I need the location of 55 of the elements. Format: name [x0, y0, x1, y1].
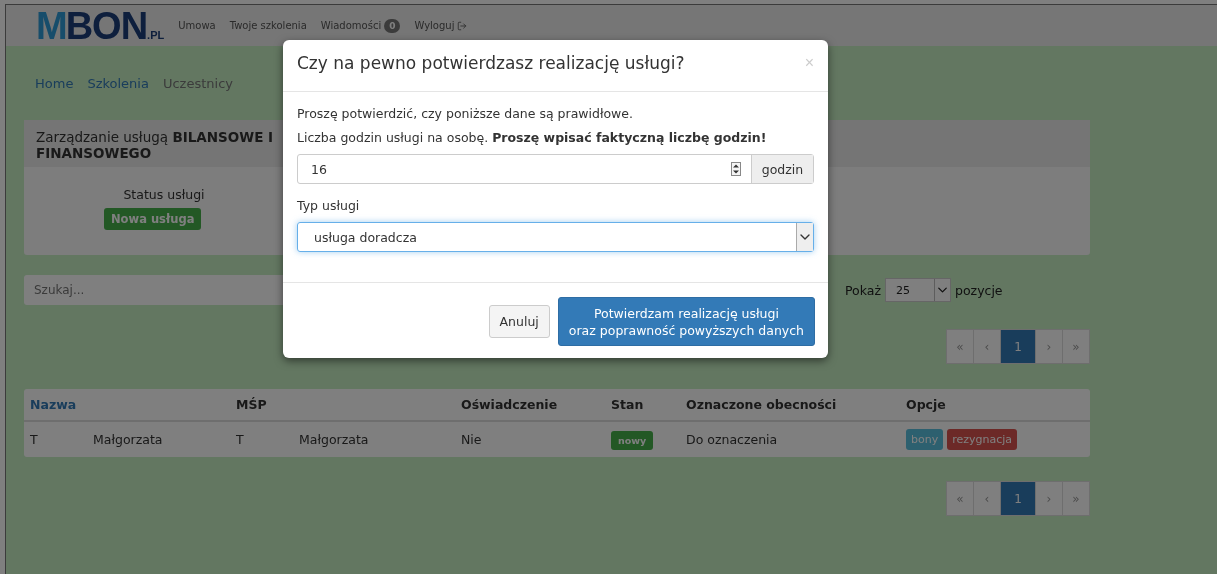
state-badge: nowy [611, 431, 654, 450]
pagination-button[interactable]: 1 [1000, 329, 1036, 364]
service-type-select[interactable]: usługa doradcza [297, 222, 814, 252]
table-cell-text: T [30, 432, 39, 447]
column-header: Opcje [906, 397, 947, 412]
message-count-badge: 0 [384, 18, 401, 33]
cancel-button[interactable]: Anuluj [488, 305, 550, 338]
page-size-suffix: pozycje [955, 282, 1003, 298]
pagination-button[interactable]: » [1062, 329, 1090, 364]
intro-text: Proszę potwierdzić, czy poniższe dane są prawidłowe. [297, 106, 634, 121]
page-size-select[interactable]: 25 [885, 278, 951, 302]
nav-link[interactable]: Wiadomości 0 [320, 18, 401, 33]
spinner-icon[interactable] [731, 162, 741, 176]
pagination-button[interactable]: 1 [1000, 481, 1036, 516]
breadcrumb-item[interactable]: Home [35, 76, 74, 120]
table-cell-text: Nie [461, 432, 483, 447]
option-button[interactable]: rezygnacja [947, 429, 1018, 450]
table-cell-text: T [236, 432, 245, 447]
nav-link[interactable]: Umowa [178, 20, 216, 31]
nav-link[interactable]: Wyloguj [414, 20, 468, 31]
nav-link[interactable]: Twoje szkolenia [229, 20, 307, 31]
logo[interactable]: MBON.PL [36, 6, 165, 45]
pagination-button[interactable]: ‹ [973, 481, 1001, 516]
column-header: Oświadczenie [461, 397, 559, 412]
table-cell-text: Do oznaczenia [686, 432, 779, 447]
column-header[interactable]: Nazwa [30, 397, 236, 412]
type-label: Typ usługi [297, 198, 361, 213]
column-header: Oznaczone obecności [686, 397, 838, 412]
hours-label: Liczba godzin usługi na osobę. Proszę wpisać faktyczną liczbę godzin! [297, 130, 768, 145]
table-cell-text: Małgorzata [299, 432, 370, 447]
breadcrumb-item[interactable]: Szkolenia [87, 76, 149, 120]
chevron-down-icon [934, 279, 950, 301]
page-size-label: Pokaż [845, 282, 881, 298]
hours-input-group[interactable]: 16 godzin [297, 154, 814, 184]
table-cell-text: Małgorzata [93, 432, 164, 447]
dialog-title: Czy na pewno potwierdzasz realizację usługi? [297, 53, 685, 75]
pagination-button[interactable]: » [1062, 481, 1090, 516]
confirm-button[interactable]: Potwierdzam realizację usługi oraz poprawność powyższych danych [557, 297, 815, 346]
column-header: Stan [611, 397, 645, 412]
panel-title: Zarządzanie usługą BILANSOWE I FINANSOWEGO [36, 129, 275, 161]
unit-addon: godzin [751, 155, 813, 183]
close-button[interactable]: × [804, 53, 814, 73]
logout-icon [457, 20, 468, 31]
hours-field[interactable]: 16 [298, 155, 751, 183]
breadcrumb-item: Uczestnicy [162, 76, 233, 93]
option-button[interactable]: bony [906, 429, 944, 450]
pagination-button[interactable]: › [1035, 329, 1063, 364]
pagination-button[interactable]: ‹ [973, 329, 1001, 364]
chevron-down-icon [796, 223, 813, 251]
pagination-button[interactable]: › [1035, 481, 1063, 516]
column-header: MŚP [236, 397, 268, 412]
status-label: Status usługi [122, 187, 206, 202]
pagination-button[interactable]: « [946, 329, 974, 364]
status-badge: Nowa usługa [104, 208, 202, 230]
pagination-button[interactable]: « [946, 481, 974, 516]
